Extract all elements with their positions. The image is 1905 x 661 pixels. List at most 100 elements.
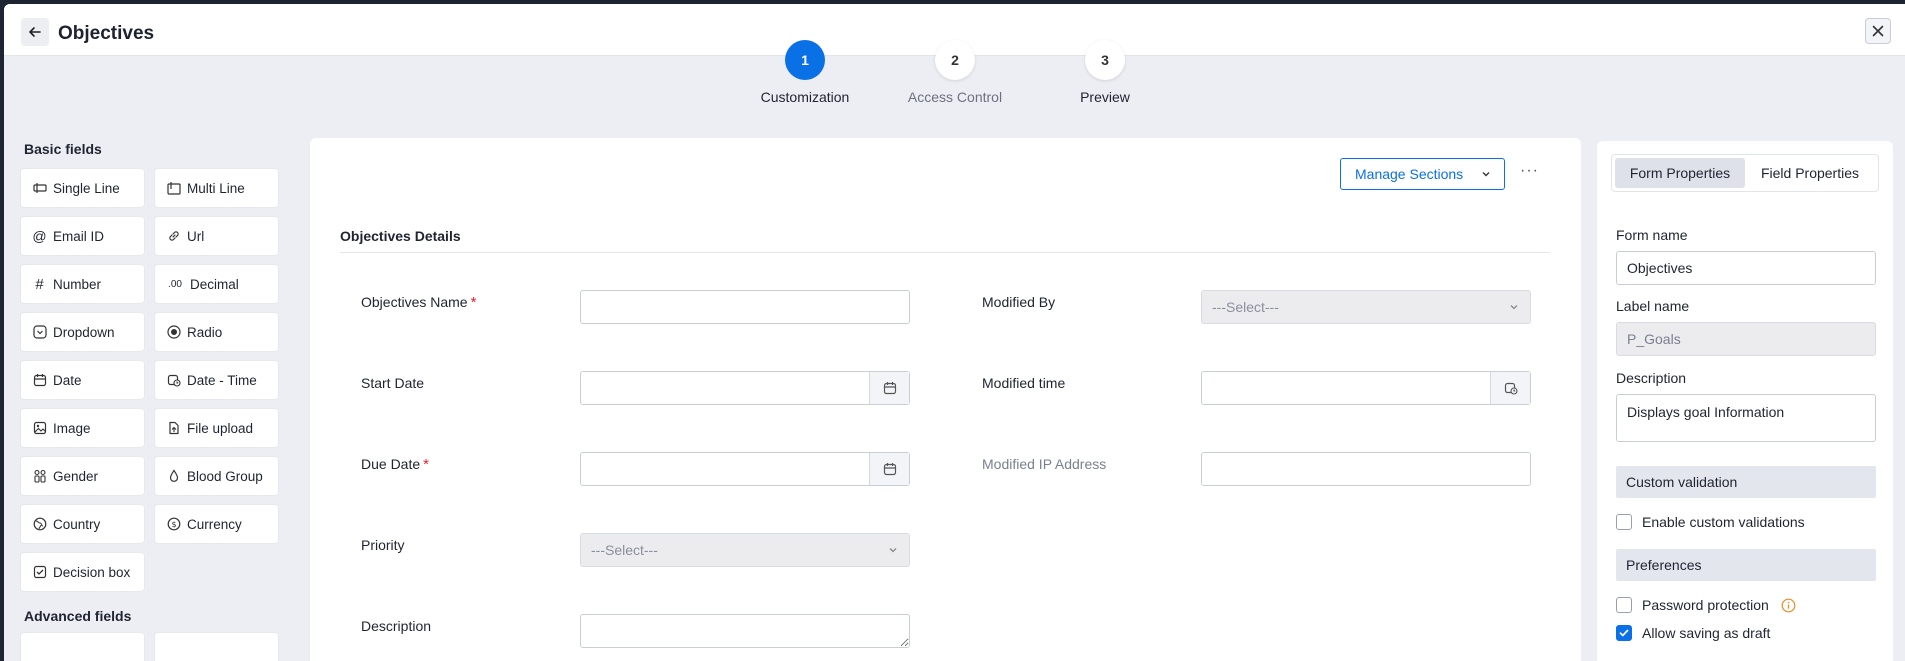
required-mark: * [470, 294, 477, 311]
step-label: Customization [760, 89, 850, 105]
basic-fields-grid: Single Line Multi Line @ Email ID Url # … [20, 168, 290, 592]
page-title: Objectives [58, 23, 155, 44]
at-icon: @ [32, 228, 47, 244]
priority-label: Priority [361, 537, 405, 553]
label-name-input: P_Goals [1616, 322, 1876, 356]
checkbox-box[interactable] [1616, 514, 1632, 530]
start-date-label: Start Date [361, 375, 425, 391]
field-tile-email-id[interactable]: @ Email ID [20, 216, 145, 256]
checkbox-box[interactable] [1616, 597, 1632, 613]
calendar-clock-icon [166, 373, 181, 388]
field-tile-single-line[interactable]: Single Line [20, 168, 145, 208]
step-label: Access Control [907, 89, 1003, 105]
field-tile-number[interactable]: # Number [20, 264, 145, 304]
field-label-text: Due Date [361, 456, 421, 472]
step-number: 3 [1085, 40, 1125, 80]
checkbox-label: Allow saving as draft [1642, 625, 1771, 641]
field-tile-label: Email ID [53, 228, 105, 244]
checkbox-label: Password protection [1642, 597, 1769, 613]
field-label-text: Objectives Name [361, 294, 468, 310]
radio-icon [166, 325, 181, 340]
advanced-fields-title: Advanced fields [24, 608, 132, 624]
select-placeholder: ---Select--- [591, 542, 658, 558]
modified-time-input[interactable] [1201, 371, 1531, 405]
form-name-label: Form name [1616, 227, 1688, 243]
step-access-control[interactable]: 2 Access Control [885, 40, 1025, 105]
basic-fields-title: Basic fields [24, 141, 102, 157]
start-date-input[interactable] [580, 371, 910, 405]
modified-by-select[interactable]: ---Select--- [1201, 290, 1531, 324]
field-tile-partial[interactable] [20, 632, 145, 661]
field-tile-decision-box[interactable]: Decision box [20, 552, 145, 592]
field-tile-label: Image [53, 420, 91, 436]
manage-sections-label: Manage Sections [1355, 166, 1464, 182]
field-tile-blood-group[interactable]: Blood Group [154, 456, 279, 496]
calendar-icon [883, 463, 896, 476]
properties-tabs: Form Properties Field Properties [1611, 154, 1879, 192]
allow-saving-as-draft-checkbox[interactable]: Allow saving as draft [1616, 625, 1770, 641]
calendar-button[interactable] [869, 372, 909, 404]
hash-icon: # [35, 275, 44, 293]
field-tile-dropdown[interactable]: Dropdown [20, 312, 145, 352]
description-textarea[interactable] [580, 614, 910, 648]
field-tile-image[interactable]: Image [20, 408, 145, 448]
field-tile-date-time[interactable]: Date - Time [154, 360, 279, 400]
field-tile-gender[interactable]: Gender [20, 456, 145, 496]
step-preview[interactable]: 3 Preview [1035, 40, 1175, 105]
field-tile-country[interactable]: Country [20, 504, 145, 544]
currency-icon: $ [166, 517, 181, 532]
priority-select[interactable]: ---Select--- [580, 533, 910, 567]
back-button[interactable] [21, 18, 49, 46]
step-customization[interactable]: 1 Customization [735, 40, 875, 105]
tab-field-properties[interactable]: Field Properties [1745, 158, 1875, 188]
objectives-name-input[interactable] [580, 290, 910, 324]
enable-custom-validations-checkbox[interactable]: Enable custom validations [1616, 514, 1805, 530]
field-tile-decimal[interactable]: .00 Decimal [154, 264, 279, 304]
description-textarea[interactable]: Displays goal Information [1616, 394, 1876, 442]
field-tile-label: File upload [187, 420, 254, 436]
field-tile-url[interactable]: Url [154, 216, 279, 256]
multi-line-icon [166, 181, 181, 196]
calendar-clock-button[interactable] [1490, 372, 1530, 404]
field-tile-multi-line[interactable]: Multi Line [154, 168, 279, 208]
field-tile-file-upload[interactable]: File upload [154, 408, 279, 448]
single-line-icon [32, 181, 47, 196]
field-tile-label: Date [53, 372, 82, 388]
chevron-down-icon [1482, 172, 1490, 177]
modified-ip-input[interactable] [1201, 452, 1531, 486]
field-tile-currency[interactable]: $ Currency [154, 504, 279, 544]
checkbox-icon [32, 565, 47, 580]
chevron-down-icon [1510, 305, 1518, 310]
modified-time-label: Modified time [982, 375, 1066, 391]
manage-sections-button[interactable]: Manage Sections [1340, 158, 1505, 190]
description-label: Description [1616, 370, 1687, 386]
dropdown-icon [32, 325, 47, 340]
gender-icon [32, 469, 47, 484]
check-icon [1619, 629, 1629, 637]
calendar-button[interactable] [869, 453, 909, 485]
close-button[interactable] [1865, 18, 1891, 44]
close-icon [1872, 25, 1884, 37]
field-tile-label: Blood Group [187, 468, 263, 484]
field-tile-label: Multi Line [187, 180, 245, 196]
field-tile-label: Decimal [190, 276, 239, 292]
more-options-button[interactable]: ··· [1520, 162, 1539, 180]
image-icon [32, 421, 47, 436]
file-upload-icon [166, 421, 181, 436]
tab-form-properties[interactable]: Form Properties [1615, 158, 1745, 188]
app-window: Objectives 1 Customization 2 Access Cont… [4, 4, 1905, 661]
checkbox-box[interactable] [1616, 625, 1632, 641]
field-tile-label: Single Line [53, 180, 120, 196]
arrow-left-icon [29, 27, 41, 37]
field-tile-label: Country [53, 516, 101, 532]
preferences-header: Preferences [1616, 549, 1876, 581]
field-tile-date[interactable]: Date [20, 360, 145, 400]
properties-panel: Form Properties Field Properties Form na… [1597, 141, 1893, 661]
due-date-input[interactable] [580, 452, 910, 486]
form-canvas: Manage Sections ··· Objectives Details O… [310, 138, 1581, 661]
password-protection-checkbox[interactable]: Password protection [1616, 597, 1796, 613]
field-tile-partial[interactable] [154, 632, 279, 661]
field-tile-radio[interactable]: Radio [154, 312, 279, 352]
info-icon[interactable] [1781, 598, 1796, 613]
form-name-input[interactable]: Objectives [1616, 251, 1876, 285]
